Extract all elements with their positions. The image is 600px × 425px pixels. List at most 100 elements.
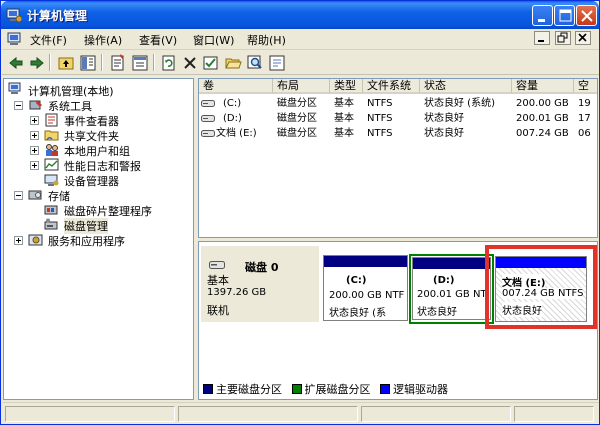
expand-icon[interactable] [14,236,23,245]
volume-list: 卷 布局 类型 文件系统 状态 容量 空 (C:) 磁盘分区 基本 NTFS 状… [198,78,598,238]
expand-icon[interactable] [30,161,39,170]
column-header-layout[interactable]: 布局 [273,79,330,94]
tree-node-services[interactable]: 服务和应用程序 [14,232,193,248]
users-icon [46,144,58,156]
menu-file[interactable]: 文件(F) [30,32,67,48]
status-pane [361,406,511,422]
collapse-icon[interactable] [14,101,23,110]
navigation-tree: 计算机管理(本地) 系统工具 事件查看器 共享文件夹 本地用户和组 性能日志和警… [3,78,194,400]
system-tools-icon [29,100,42,110]
expand-icon[interactable] [30,146,39,155]
legend-label-primary: 主要磁盘分区 [216,383,282,396]
partition-label: (C:) [346,275,367,286]
tree-node-disk-management[interactable]: 磁盘管理 [44,217,193,234]
minimize-button[interactable] [532,5,553,26]
expand-icon[interactable] [30,116,39,125]
menu-window[interactable]: 窗口(W) [193,32,234,48]
back-arrow-icon[interactable] [7,54,25,72]
status-pane [5,406,175,422]
legend-swatch-extended [291,384,302,394]
drive-icon [201,115,215,122]
properties-icon[interactable] [109,54,127,72]
tree-node-perf-logs[interactable]: 性能日志和警报 [30,157,193,173]
delete-icon[interactable] [181,54,199,72]
tree-node-local-users[interactable]: 本地用户和组 [30,142,193,158]
legend-swatch-logical [380,384,390,394]
tree-node-device-manager[interactable]: 设备管理器 [44,172,193,188]
partition-d[interactable]: (D:) 200.01 GB NT 状态良好 [412,257,491,320]
toolbar-separator [153,54,155,71]
refresh-icon[interactable] [160,54,178,72]
computer-management-icon [6,8,22,23]
legend-label-extended: 扩展磁盘分区 [304,383,371,396]
row-status: 状态良好 [424,128,464,139]
show-hide-tree-icon[interactable] [79,54,97,72]
toolbar-separator [49,54,51,71]
title-bar[interactable]: 计算机管理 [1,1,599,29]
tree-node-defrag[interactable]: 磁盘碎片整理程序 [44,202,193,218]
maximize-button[interactable] [554,5,575,26]
disk-info[interactable]: 磁盘 0 基本 1397.26 GB 联机 [201,246,319,322]
open-folder-icon[interactable] [224,54,242,72]
device-manager-icon [44,174,59,186]
partition-size: 200.00 GB NTF [329,290,405,301]
event-viewer-icon [45,113,58,127]
search-icon[interactable] [246,54,264,72]
menu-help[interactable]: 帮助(H) [247,32,286,48]
row-volume: (C:) [223,98,242,109]
tree-label: 服务和应用程序 [48,235,125,248]
row-layout: 磁盘分区 [277,128,317,139]
help-icon[interactable] [268,54,286,72]
row-capacity: 200.01 GB [516,113,569,124]
forward-arrow-icon[interactable] [28,54,46,72]
column-header-volume[interactable]: 卷 [199,79,273,94]
up-folder-icon[interactable] [57,54,75,72]
status-pane [178,406,358,422]
row-status: 状态良好 [424,113,464,124]
row-layout: 磁盘分区 [277,98,317,109]
disk-type: 基本 [207,274,229,287]
column-header-capacity[interactable]: 容量 [512,79,574,94]
partition-c[interactable]: (C:) 200.00 GB NTF 状态良好 (系 [323,255,408,321]
mdi-restore-button[interactable] [554,31,571,45]
close-icon [581,10,593,22]
row-filesystem: NTFS [367,98,393,109]
close-button[interactable] [576,5,597,26]
row-filesystem: NTFS [367,113,393,124]
export-list-icon[interactable] [131,54,149,72]
row-layout: 磁盘分区 [277,113,317,124]
toolbar-separator [101,54,103,71]
computer-management-icon [7,32,21,45]
tree-node-shared-folders[interactable]: 共享文件夹 [30,127,193,143]
row-type: 基本 [334,113,354,124]
mdi-close-button[interactable] [575,31,591,45]
row-free: 06 [578,128,591,139]
menu-action[interactable]: 操作(A) [84,32,122,48]
disk-graphic-pane: 磁盘 0 基本 1397.26 GB 联机 (C:) 200.00 GB NTF… [198,241,598,400]
tree-node-system-tools[interactable]: 系统工具 [14,97,193,113]
computer-management-icon [8,82,21,94]
computer-management-window: 计算机管理 文件(F) 操作(A) 查看(V) 窗口(W) 帮助(H) 计算机管… [0,0,600,425]
mdi-minimize-button[interactable] [534,31,550,45]
tree-node-storage[interactable]: 存储 [14,187,193,203]
collapse-icon[interactable] [14,191,23,200]
minimize-icon [538,40,544,42]
expand-icon[interactable] [30,131,39,140]
legend-swatch-primary [203,384,213,394]
performance-icon [44,158,59,171]
disk-state: 联机 [207,304,229,317]
column-header-type[interactable]: 类型 [330,79,363,94]
row-filesystem: NTFS [367,128,393,139]
partition-e[interactable]: 文档 (E:) 007.24 GB NTFS 状态良好 [495,256,587,322]
tree-node-event-viewer[interactable]: 事件查看器 [30,112,193,128]
column-header-status[interactable]: 状态 [420,79,512,94]
menu-view[interactable]: 查看(V) [139,32,177,48]
drive-icon [201,130,215,137]
column-header-filesystem[interactable]: 文件系统 [363,79,420,94]
partition-status: 状态良好 [502,302,542,317]
column-header-free[interactable]: 空 [574,79,597,94]
services-icon [28,234,43,246]
tree-node-root[interactable]: 计算机管理(本地) [8,82,193,98]
drive-icon [201,100,215,107]
check-disk-icon[interactable] [202,54,220,72]
